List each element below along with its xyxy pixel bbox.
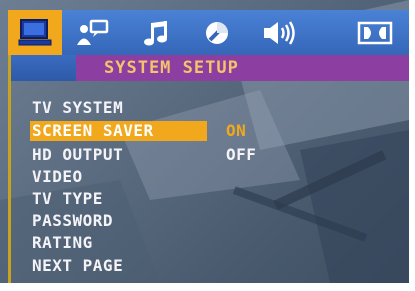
speaker-icon (264, 20, 295, 45)
menu-item-screen-saver[interactable]: SCREEN SAVER (30, 121, 207, 141)
tab-audio-music[interactable] (128, 10, 182, 55)
option-off[interactable]: OFF (226, 145, 256, 165)
menu-item-password[interactable]: PASSWORD (32, 211, 113, 231)
user-chat-icon (77, 19, 109, 45)
osd-screen: SYSTEM SETUP TV SYSTEM SCREEN SAVER HD O… (0, 0, 409, 283)
option-on[interactable]: ON (226, 121, 246, 141)
tab-speaker[interactable] (253, 10, 307, 55)
dolby-icon (357, 21, 393, 44)
header-left-strip (8, 55, 76, 81)
category-tab-bar (8, 10, 409, 55)
circle-icon (206, 21, 228, 44)
music-note-icon (144, 20, 167, 45)
menu-item-video[interactable]: VIDEO (32, 167, 83, 187)
tab-language[interactable] (66, 10, 120, 55)
menu-left-border (8, 55, 11, 283)
tab-video[interactable] (190, 10, 244, 55)
page-title: SYSTEM SETUP (104, 58, 239, 78)
menu-item-next-page[interactable]: NEXT PAGE (32, 256, 123, 276)
monitor-icon (18, 18, 52, 45)
title-bar: SYSTEM SETUP (76, 55, 409, 81)
tab-dolby[interactable] (348, 10, 402, 55)
menu-item-rating[interactable]: RATING (32, 233, 93, 253)
menu-item-hd-output[interactable]: HD OUTPUT (32, 145, 123, 165)
menu-item-tv-system[interactable]: TV SYSTEM (32, 98, 123, 118)
menu-item-tv-type[interactable]: TV TYPE (32, 189, 103, 209)
tab-system[interactable] (8, 10, 62, 55)
